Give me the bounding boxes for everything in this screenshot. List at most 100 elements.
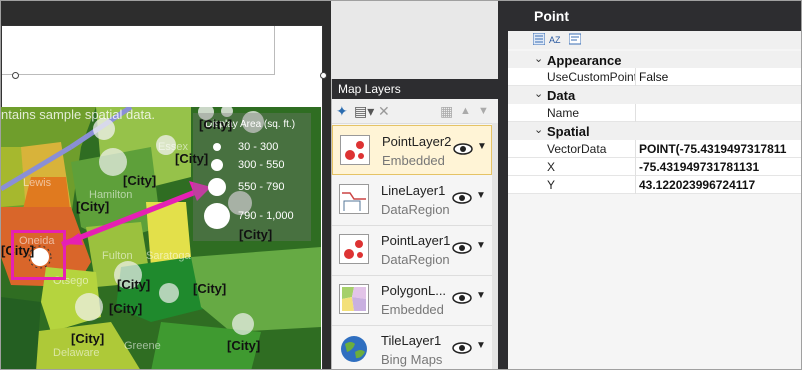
city-label: [City] <box>199 117 233 132</box>
category-appearance[interactable]: ⌄ Appearance <box>508 51 801 69</box>
properties-title: Point <box>508 1 801 31</box>
legend-label: 30 - 300 <box>238 141 279 153</box>
property-value[interactable]: 43.122023996724117 <box>639 178 755 192</box>
property-value[interactable]: -75.431949731781131 <box>639 160 759 174</box>
city-label: [City] <box>193 281 227 296</box>
city-label: [City] <box>123 173 157 188</box>
category-data[interactable]: ⌄ Data <box>508 86 801 104</box>
column-divider <box>635 68 636 86</box>
property-row[interactable]: VectorData POINT(-75.4319497317811 <box>508 140 801 158</box>
collapse-chevron-icon[interactable]: ⌄ <box>534 52 543 65</box>
column-divider <box>635 176 636 194</box>
layer-item-polygonlayer[interactable]: PolygonL... Embedded ▼ <box>332 275 492 326</box>
title-textbox[interactable] <box>2 26 275 75</box>
column-divider <box>635 104 636 122</box>
property-pages-icon[interactable] <box>569 33 581 45</box>
layer-type: Embedded <box>382 153 445 168</box>
property-name: Name <box>547 106 580 120</box>
property-value[interactable]: POINT(-75.4319497317811 <box>639 142 786 156</box>
category-label: Data <box>547 88 576 103</box>
property-row[interactable]: Name <box>508 104 801 122</box>
city-label: [City] <box>117 277 151 292</box>
tile-layer-icon <box>339 334 369 364</box>
resize-handle[interactable] <box>12 72 19 79</box>
add-layer-dropdown-icon[interactable]: ▤▾ <box>354 103 374 119</box>
city-label: [City] <box>227 338 261 353</box>
city-label: [City] <box>71 331 105 346</box>
visibility-eye-icon[interactable] <box>452 191 472 205</box>
visibility-eye-icon[interactable] <box>452 291 472 305</box>
map-layers-toolbar: ✦ ▤▾ ✕ ▦ ▲ ▼ <box>332 99 498 124</box>
category-label: Spatial <box>547 124 590 139</box>
point-layer-icon <box>339 234 369 264</box>
visibility-eye-icon[interactable] <box>452 341 472 355</box>
layer-menu-chevron-icon[interactable]: ▼ <box>477 141 487 152</box>
move-layer-down-icon[interactable]: ▼ <box>478 103 489 119</box>
map-layers-title: Map Layers <box>332 79 498 99</box>
property-value[interactable]: False <box>639 70 668 84</box>
city-label: [City] <box>239 227 273 242</box>
city-label: [City] <box>175 151 209 166</box>
design-surface: ntains sample spatial data. Lewis Essex … <box>1 1 331 369</box>
panel-splitter[interactable] <box>498 1 508 369</box>
county-label: Lewis <box>23 177 52 189</box>
layer-name: PolygonL... <box>381 283 447 298</box>
point-layer-icon <box>340 135 370 165</box>
svg-text:AZ: AZ <box>549 35 561 45</box>
resize-handle[interactable] <box>320 72 327 79</box>
city-label: [City] <box>109 301 143 316</box>
move-layer-up-icon[interactable]: ▲ <box>460 103 471 119</box>
properties-panel: Point AZ ⌄ Appearance UseCustomPoint Fal… <box>498 1 801 369</box>
category-spatial[interactable]: ⌄ Spatial <box>508 122 801 140</box>
map-layers-panel: Map Layers ✦ ▤▾ ✕ ▦ ▲ ▼ PointLayer2 Embe… <box>331 79 498 369</box>
property-name: UseCustomPoint <box>547 70 635 84</box>
polygon-layer-icon <box>339 284 369 314</box>
category-label: Appearance <box>547 53 622 68</box>
layer-menu-chevron-icon[interactable]: ▼ <box>476 190 486 201</box>
layer-menu-chevron-icon[interactable]: ▼ <box>476 290 486 301</box>
county-label: Saratoga <box>146 250 191 262</box>
layer-name: PointLayer1 <box>381 233 451 248</box>
layer-name: TileLayer1 <box>381 333 442 348</box>
layer-item-linelayer1[interactable]: LineLayer1 DataRegion ▼ <box>332 175 492 226</box>
layer-menu-chevron-icon[interactable]: ▼ <box>476 340 486 351</box>
property-row[interactable]: Y 43.122023996724117 <box>508 176 801 194</box>
layer-type: Embedded <box>381 302 444 317</box>
property-row[interactable]: X -75.431949731781131 <box>508 158 801 176</box>
county-label: Fulton <box>102 250 133 262</box>
column-divider <box>635 158 636 176</box>
alphabetical-sort-icon[interactable]: AZ <box>549 33 561 45</box>
property-row[interactable]: UseCustomPoint False <box>508 68 801 86</box>
county-label: Greene <box>124 340 161 352</box>
layer-menu-chevron-icon[interactable]: ▼ <box>476 240 486 251</box>
layer-item-pointlayer2[interactable]: PointLayer2 Embedded ▼ <box>332 125 492 175</box>
legend-label: 300 - 550 <box>238 159 285 171</box>
county-label: Delaware <box>53 347 100 359</box>
layer-type: DataRegion <box>381 202 450 217</box>
collapse-chevron-icon[interactable]: ⌄ <box>534 87 543 100</box>
visibility-eye-icon[interactable] <box>453 142 473 156</box>
selected-point-highlight <box>11 230 66 280</box>
property-name: Y <box>547 178 556 192</box>
designer-window: ntains sample spatial data. Lewis Essex … <box>0 0 802 370</box>
visibility-eye-icon[interactable] <box>452 241 472 255</box>
property-name: X <box>547 160 556 174</box>
layer-name: LineLayer1 <box>381 183 446 198</box>
layer-item-tilelayer1[interactable]: TileLayer1 Bing Maps ▼ <box>332 325 492 369</box>
add-layer-wizard-icon[interactable]: ✦ <box>336 103 348 119</box>
map-caption: ntains sample spatial data. <box>1 107 155 122</box>
line-layer-icon <box>339 184 369 214</box>
legend-label: 790 - 1,000 <box>238 210 294 222</box>
layer-name: PointLayer2 <box>382 134 452 149</box>
delete-layer-icon[interactable]: ✕ <box>378 103 390 119</box>
column-divider <box>635 140 636 158</box>
layer-item-pointlayer1[interactable]: PointLayer1 DataRegion ▼ <box>332 225 492 276</box>
layer-type: Bing Maps <box>381 352 443 367</box>
layer-properties-icon[interactable]: ▦ <box>440 103 453 119</box>
layer-type: DataRegion <box>381 252 450 267</box>
property-name: VectorData <box>547 142 607 156</box>
city-label: [City] <box>76 199 110 214</box>
map-legend[interactable]: Display Area (sq. ft.) 30 - 300 300 - 55… <box>193 113 311 241</box>
collapse-chevron-icon[interactable]: ⌄ <box>534 123 543 136</box>
categorized-view-icon[interactable] <box>533 33 545 45</box>
